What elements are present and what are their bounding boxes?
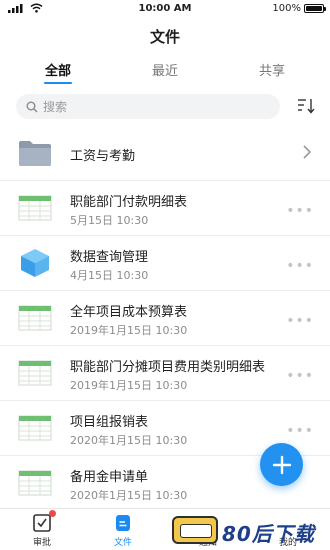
search-placeholder: 搜索 xyxy=(43,100,68,114)
file-date: 2020年1月15日 10:30 xyxy=(70,434,188,447)
check-square-icon xyxy=(32,510,56,533)
app-screen: 10:00 AM 100% 文件 全部 最近 共享 搜索 工资与考勤 职能部门付… xyxy=(0,0,330,550)
sort-icon[interactable] xyxy=(296,96,316,116)
active-tab-indicator xyxy=(44,82,72,84)
tab-shared[interactable]: 共享 xyxy=(232,60,312,79)
nav-item-approval[interactable]: 审批 xyxy=(12,510,72,548)
file-date: 5月15日 10:30 xyxy=(70,214,149,227)
add-file-button[interactable] xyxy=(260,443,303,486)
watermark-logo-icon xyxy=(172,516,218,544)
nav-item-files[interactable]: 文件 xyxy=(93,513,153,548)
more-options-icon[interactable]: ••• xyxy=(286,313,314,329)
watermark-text: 80后下载 xyxy=(222,522,315,546)
spreadsheet-icon xyxy=(18,195,52,221)
list-item-file[interactable]: 职能部门分摊项目费用类别明细表 2019年1月15日 10:30 ••• xyxy=(0,346,330,401)
nav-label: 文件 xyxy=(113,538,132,548)
spreadsheet-icon xyxy=(18,305,52,331)
status-bar: 10:00 AM 100% xyxy=(0,0,330,18)
tab-recent[interactable]: 最近 xyxy=(125,60,205,79)
more-options-icon[interactable]: ••• xyxy=(286,258,314,274)
tab-bar: 全部 最近 共享 xyxy=(0,60,330,86)
tab-all[interactable]: 全部 xyxy=(18,60,98,79)
page-title: 文件 xyxy=(149,28,180,46)
notification-badge xyxy=(49,510,56,517)
file-name: 职能部门分摊项目费用类别明细表 xyxy=(70,360,266,375)
list-item-folder[interactable]: 工资与考勤 xyxy=(0,126,330,181)
file-date: 4月15日 10:30 xyxy=(70,269,149,282)
battery-percent: 100% xyxy=(272,3,301,14)
search-icon xyxy=(26,101,38,112)
status-battery-group: 100% xyxy=(272,3,326,14)
file-name: 项目组报销表 xyxy=(70,415,149,430)
file-name: 工资与考勤 xyxy=(70,149,136,164)
search-input[interactable]: 搜索 xyxy=(16,94,280,119)
spreadsheet-icon xyxy=(18,470,52,496)
database-cube-icon xyxy=(21,249,49,277)
file-name: 备用金申请单 xyxy=(70,470,149,485)
file-date: 2019年1月15日 10:30 xyxy=(70,324,188,337)
folder-icon xyxy=(19,141,51,166)
list-item-file[interactable]: 数据查询管理 4月15日 10:30 ••• xyxy=(0,236,330,291)
list-item-file[interactable]: 全年项目成本预算表 2019年1月15日 10:30 ••• xyxy=(0,291,330,346)
watermark: 80后下载 xyxy=(168,514,330,548)
more-options-icon[interactable]: ••• xyxy=(286,368,314,384)
list-item-file[interactable]: 职能部门付款明细表 5月15日 10:30 ••• xyxy=(0,181,330,236)
file-date: 2019年1月15日 10:30 xyxy=(70,379,188,392)
file-date: 2020年1月15日 10:30 xyxy=(70,489,188,502)
chevron-right-icon[interactable] xyxy=(302,144,312,160)
file-name: 全年项目成本预算表 xyxy=(70,305,188,320)
file-name: 数据查询管理 xyxy=(70,250,149,265)
file-name: 职能部门付款明细表 xyxy=(70,195,188,210)
spreadsheet-icon xyxy=(18,415,52,441)
more-options-icon[interactable]: ••• xyxy=(286,423,314,439)
plus-icon xyxy=(272,455,291,474)
nav-label: 审批 xyxy=(32,538,51,548)
file-icon xyxy=(113,513,133,533)
more-options-icon[interactable]: ••• xyxy=(286,203,314,219)
spreadsheet-icon xyxy=(18,360,52,386)
battery-icon xyxy=(304,4,326,13)
